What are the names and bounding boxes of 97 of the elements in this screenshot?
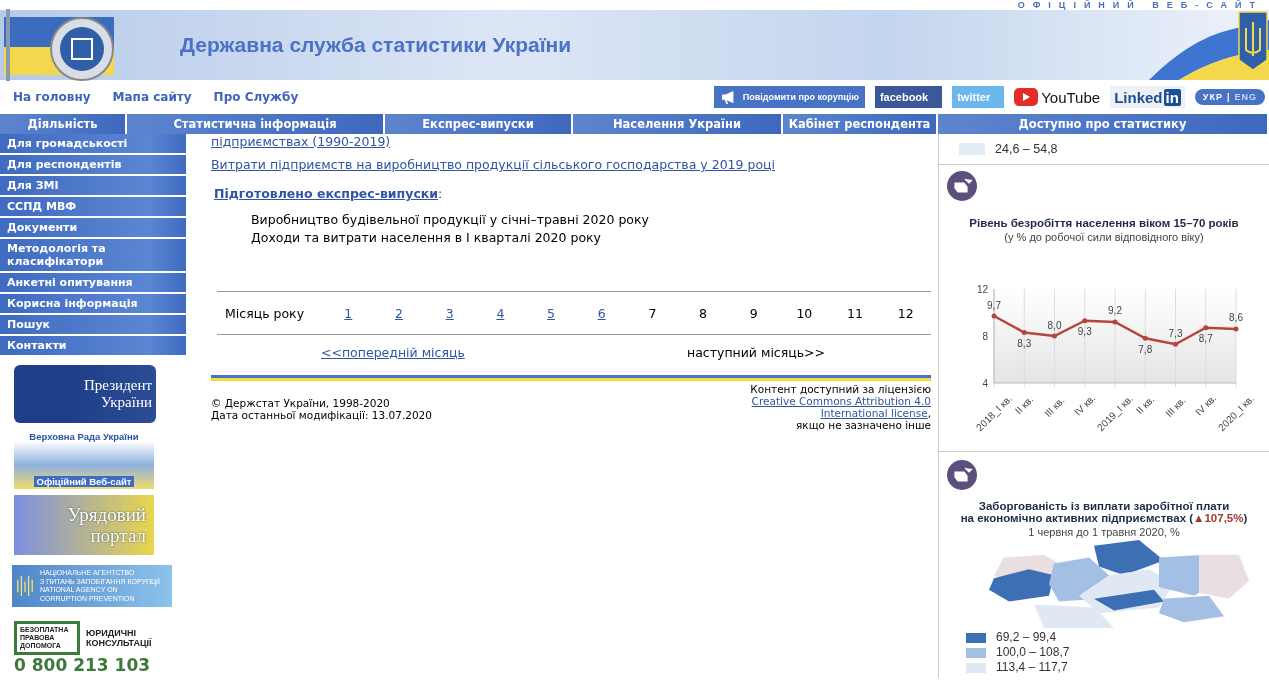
nav-tab[interactable]: Доступно про статистику bbox=[938, 114, 1269, 134]
top-nav-link[interactable]: Мапа сайту bbox=[112, 90, 192, 104]
linkedin-link[interactable]: Linked in bbox=[1110, 86, 1185, 108]
data-point bbox=[1082, 318, 1088, 324]
sidebar-item[interactable]: Анкетні опитування bbox=[0, 273, 186, 294]
separator-text: | bbox=[1226, 92, 1231, 102]
facebook-button[interactable]: facebook bbox=[874, 86, 943, 108]
data-label: 7,3 bbox=[1168, 327, 1183, 339]
data-point bbox=[1112, 319, 1118, 325]
sidebar-item[interactable]: Для респондентів bbox=[0, 155, 186, 176]
play-icon bbox=[1014, 88, 1039, 106]
license-text: Контент доступний за ліцензією bbox=[750, 383, 931, 395]
license-text: якщо не зазначено інше bbox=[795, 419, 931, 431]
x-tick-label: III кв. bbox=[1042, 394, 1067, 420]
sidebar-item[interactable]: Для ЗМІ bbox=[0, 176, 186, 197]
official-site-tagline: ОФІЦІЙНИЙ ВЕБ-САЙТ bbox=[1017, 0, 1263, 10]
legend-label: 100,0 – 108,7 bbox=[994, 645, 1072, 660]
next-month-text: наступний місяць>> bbox=[687, 345, 826, 360]
data-point bbox=[1233, 326, 1239, 332]
license-link[interactable]: Creative Commons Attribution 4.0 bbox=[751, 395, 931, 407]
y-tick-label: 8 bbox=[982, 330, 988, 342]
map-title: на економічно активних підприємствах ( bbox=[960, 512, 1194, 524]
language-option[interactable]: УКР bbox=[1202, 92, 1223, 102]
site-title: Державна служба статистики України bbox=[180, 33, 573, 57]
data-label: 8,3 bbox=[1017, 338, 1032, 349]
chart-title: Рівень безробіття населення віком 15–70 років bbox=[969, 217, 1239, 229]
month-number: 10 bbox=[795, 305, 814, 321]
publication-link[interactable]: підприємствах (1990-2019) bbox=[211, 134, 391, 149]
chart-subtitle: (у % до робочої сили відповідного віку) bbox=[1004, 231, 1204, 243]
nav-tab[interactable]: Населення України bbox=[573, 114, 783, 134]
copyright-text: © Держстат України, 1998-2020 bbox=[211, 397, 391, 409]
change-value: ▲107,5% bbox=[1193, 512, 1244, 524]
data-point bbox=[1142, 335, 1148, 341]
report-corruption-button[interactable]: Повідомити про корупцію bbox=[713, 86, 865, 108]
publication-link[interactable]: Витрати підприємств на виробництво продукції сільського господарства у 2019 році bbox=[211, 157, 776, 172]
x-tick-label: II кв. bbox=[1013, 393, 1036, 417]
data-label: 9,3 bbox=[1077, 326, 1092, 338]
data-label: 9,7 bbox=[987, 299, 1001, 311]
y-tick-label: 4 bbox=[982, 377, 988, 389]
nav-tab[interactable]: Діяльність bbox=[0, 114, 127, 134]
sidebar-item[interactable]: Корисна інформація bbox=[0, 294, 186, 315]
colon-text: : bbox=[438, 186, 443, 201]
legend-label: 69,2 – 99,4 bbox=[994, 630, 1059, 645]
month-link[interactable]: 1 bbox=[323, 305, 374, 321]
last-modified-text: Дата останньої модифікації: 13.07.2020 bbox=[211, 409, 432, 421]
data-label: 7,8 bbox=[1138, 343, 1153, 355]
x-tick-label: IV кв. bbox=[1072, 392, 1098, 418]
data-label: 8,7 bbox=[1198, 333, 1213, 345]
release-item: Доходи та витрати населення в I кварталі 2020 року bbox=[251, 229, 602, 247]
month-number: 8 bbox=[698, 305, 708, 321]
sidebar-item[interactable]: Методологія та класифікатори bbox=[0, 239, 186, 273]
month-number: 11 bbox=[846, 305, 864, 321]
data-label: 8,6 bbox=[1229, 312, 1243, 324]
sidebar-item[interactable]: ССПД МВФ bbox=[0, 197, 186, 218]
month-link[interactable]: 5 bbox=[525, 305, 577, 321]
month-number: 9 bbox=[748, 305, 759, 321]
youtube-link[interactable]: YouTube bbox=[1014, 86, 1101, 108]
president-banner[interactable]: Президент України bbox=[14, 365, 156, 423]
month-link[interactable]: 4 bbox=[475, 305, 526, 321]
data-label: 8,0 bbox=[1047, 319, 1062, 331]
data-point bbox=[1052, 333, 1057, 339]
nav-tab[interactable]: Статистична інформація bbox=[127, 114, 385, 134]
map-title: Заборгованість із виплати заробітної плати bbox=[978, 500, 1230, 512]
sidebar-item[interactable]: Контакти bbox=[0, 336, 186, 357]
sidebar-item[interactable]: Документи bbox=[0, 218, 186, 239]
month-number: 7 bbox=[647, 305, 658, 321]
legend-label: 24,6 – 54,8 bbox=[995, 142, 1058, 156]
sidebar-item[interactable]: Для громадськості bbox=[0, 134, 186, 155]
x-tick-label: III кв. bbox=[1163, 394, 1188, 420]
month-number: 12 bbox=[896, 305, 915, 321]
month-label: Місяць року bbox=[225, 305, 306, 321]
map-subtitle: 1 червня до 1 травня 2020, % bbox=[1028, 526, 1180, 538]
y-tick-label: 12 bbox=[976, 283, 988, 295]
month-link[interactable]: 2 bbox=[373, 305, 425, 321]
data-point bbox=[1173, 341, 1178, 347]
nav-tab[interactable]: Експрес-випуски bbox=[385, 114, 573, 134]
data-point bbox=[1203, 325, 1209, 331]
data-point bbox=[991, 313, 997, 319]
language-option[interactable]: ENG bbox=[1234, 92, 1257, 102]
previous-month-link[interactable]: <<попередній місяць bbox=[321, 345, 465, 360]
paren-text: ) bbox=[1243, 512, 1248, 524]
x-tick-label: IV кв. bbox=[1193, 392, 1219, 418]
express-releases-heading-link[interactable]: Підготовлено експрес-випуски bbox=[214, 186, 439, 201]
legend-label: 113,4 – 117,7 bbox=[994, 660, 1070, 675]
data-label: 9,2 bbox=[1108, 305, 1122, 317]
bars-logo-icon bbox=[16, 573, 34, 599]
top-nav-link[interactable]: На головну bbox=[13, 90, 91, 104]
top-nav-link[interactable]: Про Службу bbox=[213, 90, 299, 104]
month-link[interactable]: 6 bbox=[576, 305, 628, 321]
nav-tab[interactable]: Кабінет респондента bbox=[783, 114, 938, 134]
x-tick-label: II кв. bbox=[1134, 393, 1157, 417]
release-item: Виробництво будівельної продукції у січні–травні 2020 року bbox=[251, 211, 650, 229]
license-link[interactable]: International license bbox=[820, 407, 928, 419]
comma-text: , bbox=[927, 407, 931, 419]
sidebar-item[interactable]: Пошук bbox=[0, 315, 186, 336]
data-point bbox=[1021, 330, 1027, 335]
month-link[interactable]: 3 bbox=[424, 305, 475, 321]
